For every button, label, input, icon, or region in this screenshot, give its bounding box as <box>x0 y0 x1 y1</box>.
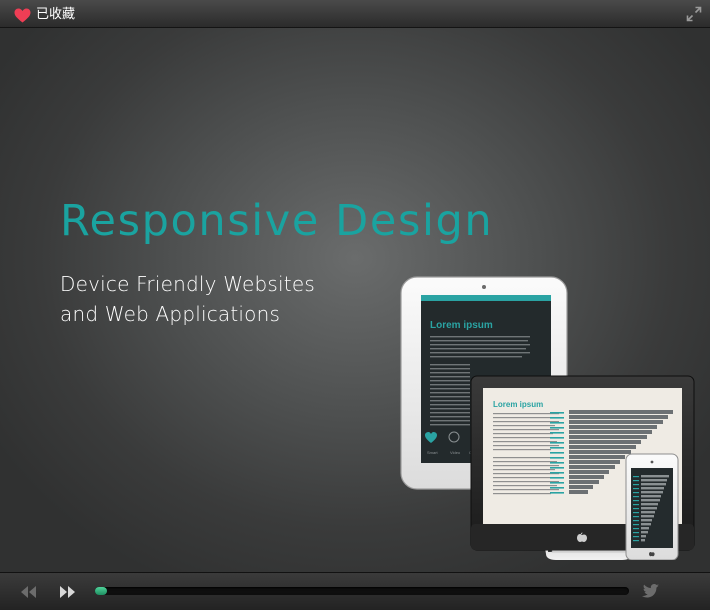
tablet-tab-video: Video <box>450 450 461 455</box>
presentation-player: 已收藏 Responsive Design Device Friendly We… <box>0 0 710 610</box>
favorite-label: 已收藏 <box>36 7 76 22</box>
fast-forward-icon <box>60 586 75 598</box>
progress-fill <box>95 587 107 595</box>
slide-headline: Responsive Design <box>60 196 494 246</box>
slide-subtitle-line1: Device Friendly Websites <box>60 272 315 296</box>
slide-stage: Responsive Design Device Friendly Websit… <box>0 28 710 572</box>
playback-controls <box>0 572 710 610</box>
slide-subtitle-line2: and Web Applications <box>60 302 281 326</box>
rewind-icon <box>21 586 36 598</box>
fast-forward-button[interactable] <box>58 584 76 598</box>
devices-illustration: Lorem ipsum Smart Video Lorem ipsum <box>400 276 695 560</box>
fullscreen-icon <box>686 6 702 22</box>
favorite-button[interactable]: 已收藏 <box>14 6 75 24</box>
monitor-heading: Lorem ipsum <box>493 400 543 409</box>
progress-bar[interactable] <box>95 587 629 595</box>
tablet-tab-smart: Smart <box>427 450 439 455</box>
top-toolbar: 已收藏 <box>0 0 710 28</box>
tablet-heading: Lorem ipsum <box>430 320 493 331</box>
phone-device <box>625 453 679 560</box>
twitter-icon <box>642 584 659 598</box>
twitter-share-button[interactable] <box>642 583 660 599</box>
heart-icon <box>14 8 31 22</box>
rewind-button[interactable] <box>20 584 38 598</box>
fullscreen-button[interactable] <box>686 6 702 22</box>
